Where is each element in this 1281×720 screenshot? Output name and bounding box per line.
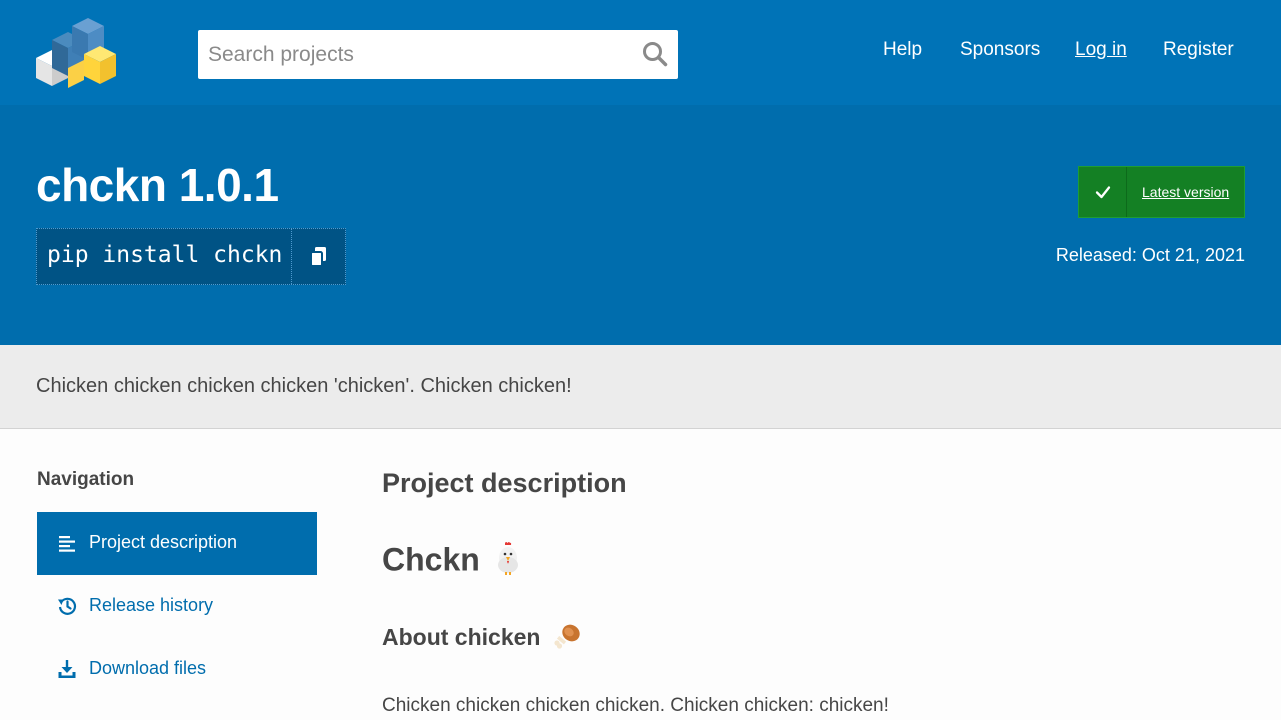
copy-button[interactable]: [291, 229, 345, 284]
latest-version-label: Latest version: [1142, 184, 1230, 200]
nav-register-link[interactable]: Register: [1163, 39, 1234, 61]
readme-subheading-text: About chicken: [382, 624, 541, 651]
pypi-logo[interactable]: [36, 18, 116, 88]
chicken-emoji-icon: [495, 541, 521, 583]
sidebar-item-download-files[interactable]: Download files: [37, 638, 317, 701]
check-icon: [1079, 167, 1127, 217]
sidebar-item-label: Release history: [89, 595, 214, 615]
readme-heading: Chckn: [382, 541, 521, 583]
nav-sponsors-link[interactable]: Sponsors: [960, 39, 1040, 61]
site-header: Help Sponsors Log in Register: [0, 0, 1281, 105]
search-icon[interactable]: [642, 41, 668, 67]
search-input[interactable]: [198, 30, 628, 79]
package-banner: chckn 1.0.1 pip install chckn Latest ver…: [0, 105, 1281, 345]
sidebar-item-project-description[interactable]: Project description: [37, 512, 317, 575]
sidebar-heading: Navigation: [37, 469, 135, 490]
nav-help-link[interactable]: Help: [883, 39, 922, 61]
section-title: Project description: [382, 468, 627, 498]
nav-login-link[interactable]: Log in: [1075, 39, 1127, 61]
summary-text: Chicken chicken chicken chicken 'chicken…: [36, 375, 572, 397]
readme-heading-text: Chckn: [382, 541, 480, 578]
release-date: Released: Oct 21, 2021: [1055, 245, 1245, 265]
package-title: chckn 1.0.1: [36, 159, 279, 211]
latest-version-button[interactable]: Latest version: [1078, 166, 1245, 218]
history-icon: [57, 596, 77, 616]
poultry-leg-emoji-icon: [553, 623, 581, 655]
readme-paragraph: Chicken chicken chicken chicken. Chicken…: [382, 695, 889, 716]
search-box: [198, 30, 678, 79]
sidebar-item-release-history[interactable]: Release history: [37, 575, 317, 638]
pip-install-command[interactable]: pip install chckn: [47, 242, 282, 268]
sidebar-item-label: Download files: [89, 658, 207, 678]
align-left-icon: [57, 533, 77, 553]
package-summary: Chicken chicken chicken chicken 'chicken…: [0, 345, 1281, 429]
pip-install-box: pip install chckn: [36, 228, 346, 285]
sidebar-item-label: Project description: [89, 532, 238, 552]
download-icon: [57, 659, 77, 679]
copy-icon: [310, 247, 326, 267]
readme-subheading: About chicken: [382, 623, 581, 655]
